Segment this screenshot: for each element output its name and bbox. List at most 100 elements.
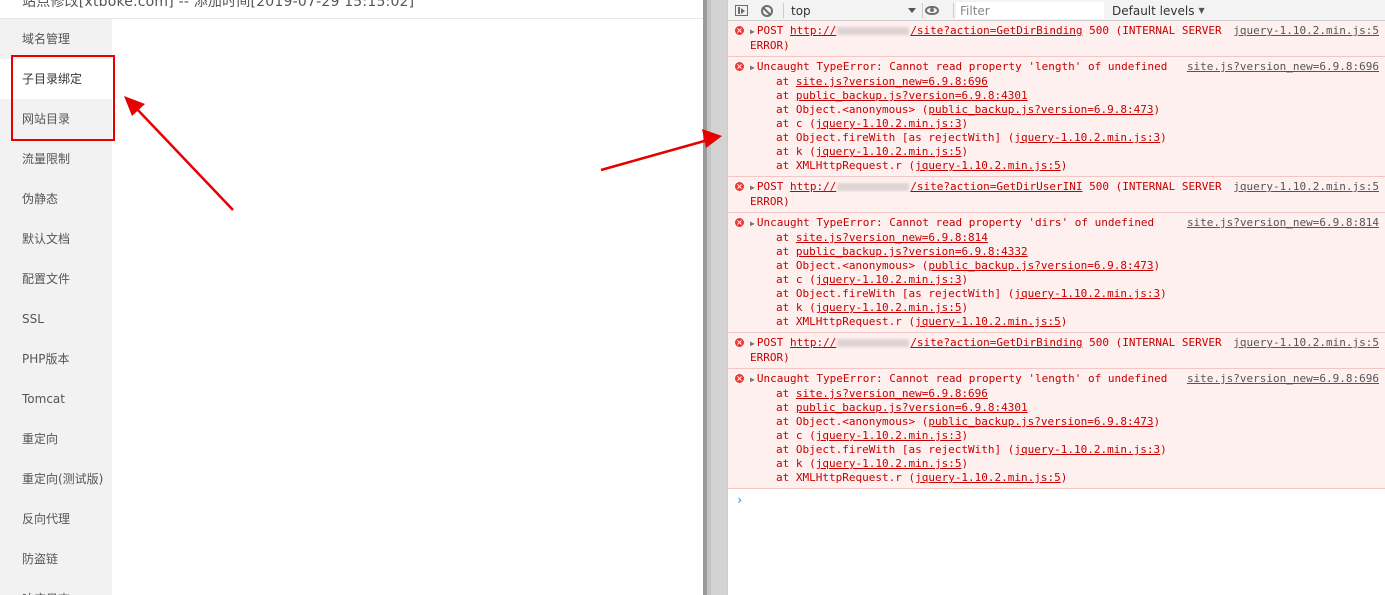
stack-frame: at site.js?version_new=6.9.8:814 (750, 231, 1379, 245)
stack-frame-suffix: ) (961, 273, 969, 286)
error-icon: × (735, 374, 744, 383)
stack-frame-link[interactable]: jquery-1.10.2.min.js:5 (915, 315, 1061, 328)
stack-frame-link[interactable]: public_backup.js?version=6.9.8:473 (928, 259, 1153, 272)
stack-frame-link[interactable]: jquery-1.10.2.min.js:3 (1014, 443, 1160, 456)
settings-menu-item[interactable]: 防盗链 (0, 539, 112, 579)
expand-triangle-icon[interactable]: ▶ (750, 375, 755, 384)
console-messages: × jquery-1.10.2.min.js:5 ▶ POST http:///sit… (728, 21, 1385, 489)
stack-frame-link[interactable]: public_backup.js?version=6.9.8:4301 (796, 89, 1028, 102)
stack-frame-suffix: ) (1153, 415, 1161, 428)
split-gutter[interactable] (703, 0, 727, 595)
stack-frame-link[interactable]: public_backup.js?version=6.9.8:4332 (796, 245, 1028, 258)
stack-frame-link[interactable]: jquery-1.10.2.min.js:3 (816, 429, 962, 442)
console-toolbar: top Default levels ▼ (728, 0, 1385, 21)
stack-frame-prefix: at XMLHttpRequest.r ( (776, 315, 916, 328)
settings-menu-item[interactable]: 响应日志 (0, 579, 112, 595)
gutter-line (707, 0, 711, 595)
stack-frame-link[interactable]: jquery-1.10.2.min.js:5 (816, 301, 962, 314)
stack-frame-link[interactable]: jquery-1.10.2.min.js:3 (1014, 131, 1160, 144)
settings-menu-item[interactable]: 默认文档 (0, 219, 112, 259)
source-link[interactable]: jquery-1.10.2.min.js:5 (1233, 180, 1379, 194)
stack-frame-link[interactable]: public_backup.js?version=6.9.8:473 (928, 415, 1153, 428)
context-selector[interactable]: top (791, 0, 916, 21)
sidebar-toggle-button[interactable] (735, 0, 748, 21)
settings-menu-item[interactable]: 重定向 (0, 419, 112, 459)
stack-frame-link[interactable]: jquery-1.10.2.min.js:5 (816, 145, 962, 158)
request-url-link[interactable]: http:// /site?action=GetDirBinding (790, 336, 1083, 349)
source-link[interactable]: site.js?version_new=6.9.8:814 (1187, 216, 1379, 230)
settings-menu-item[interactable]: 反向代理 (0, 499, 112, 539)
stack-frame: at k (jquery-1.10.2.min.js:5) (750, 145, 1379, 159)
stack-frame-link[interactable]: jquery-1.10.2.min.js:5 (816, 457, 962, 470)
console-prompt[interactable]: › (736, 493, 743, 507)
expand-triangle-icon[interactable]: ▶ (750, 219, 755, 228)
error-icon: × (735, 338, 744, 347)
stack-frame-prefix: at (776, 231, 796, 244)
stack-frame-link[interactable]: public_backup.js?version=6.9.8:4301 (796, 401, 1028, 414)
settings-menu-item[interactable]: 伪静态 (0, 179, 112, 219)
expand-triangle-icon[interactable]: ▶ (750, 339, 755, 348)
network-error-message: × jquery-1.10.2.min.js:5 ▶ POST http:// /sit… (728, 21, 1385, 57)
stack-frame-prefix: at k ( (776, 145, 816, 158)
clear-console-button[interactable] (761, 0, 773, 21)
stack-frame: at Object.fireWith [as rejectWith] (jque… (750, 443, 1379, 457)
stack-frame-prefix: at Object.<anonymous> ( (776, 415, 929, 428)
stack-frame-suffix: ) (1153, 259, 1161, 272)
stack-frame-link[interactable]: site.js?version_new=6.9.8:696 (796, 387, 988, 400)
exception-text: Uncaught TypeError: Cannot read property… (756, 216, 1155, 229)
settings-menu-item[interactable]: 流量限制 (0, 139, 112, 179)
stack-frame: at c (jquery-1.10.2.min.js:3) (750, 429, 1379, 443)
stack-frame-link[interactable]: jquery-1.10.2.min.js:3 (816, 117, 962, 130)
stack-frame-prefix: at Object.<anonymous> ( (776, 259, 929, 272)
stack-frame-suffix: ) (1060, 159, 1068, 172)
stack-frame-suffix: ) (1160, 131, 1167, 144)
stack-frame: at public_backup.js?version=6.9.8:4301 (750, 401, 1379, 415)
stack-frame-prefix: at c ( (776, 117, 816, 130)
stack-frame: at XMLHttpRequest.r (jquery-1.10.2.min.j… (750, 471, 1379, 485)
source-link[interactable]: jquery-1.10.2.min.js:5 (1233, 24, 1379, 38)
stack-frame-prefix: at XMLHttpRequest.r ( (776, 471, 916, 484)
stack-frame-prefix: at Object.fireWith [as rejectWith] ( (776, 131, 1015, 144)
settings-menu-item[interactable]: Tomcat (0, 379, 112, 419)
redacted-host (837, 27, 910, 35)
expand-triangle-icon[interactable]: ▶ (750, 27, 755, 36)
source-link[interactable]: site.js?version_new=6.9.8:696 (1187, 372, 1379, 386)
context-label: top (791, 3, 811, 18)
stack-frame: at c (jquery-1.10.2.min.js:3) (750, 117, 1379, 131)
stack-frame-suffix: ) (1060, 471, 1068, 484)
stack-frame-suffix: ) (1060, 315, 1068, 328)
settings-menu-item[interactable]: 域名管理 (0, 19, 112, 59)
toolbar-separator (953, 3, 954, 18)
settings-menu-item[interactable]: 配置文件 (0, 259, 112, 299)
error-icon: × (735, 182, 744, 191)
stack-frame-suffix: ) (1160, 287, 1167, 300)
request-url-link[interactable]: http:// /site?action=GetDirUserINI (790, 180, 1083, 193)
chevron-down-icon (908, 8, 916, 13)
request-url-prefix: http:// (789, 336, 837, 349)
chevron-down-icon: ▼ (1198, 6, 1205, 15)
filter-input[interactable] (956, 2, 1104, 19)
stack-frame-link[interactable]: site.js?version_new=6.9.8:696 (796, 75, 988, 88)
settings-menu-item[interactable]: PHP版本 (0, 339, 112, 379)
request-url-link[interactable]: http:// /site?action=GetDirBinding (790, 24, 1083, 37)
exception-message: × site.js?version_new=6.9.8:696 ▶ Uncaught … (728, 57, 1385, 177)
source-link[interactable]: site.js?version_new=6.9.8:696 (1187, 60, 1379, 74)
stack-frame-link[interactable]: site.js?version_new=6.9.8:814 (796, 231, 988, 244)
stack-frame: at Object.<anonymous> (public_backup.js?… (750, 259, 1379, 273)
expand-triangle-icon[interactable]: ▶ (750, 63, 755, 72)
expand-triangle-icon[interactable]: ▶ (750, 183, 755, 192)
stack-frame: at public_backup.js?version=6.9.8:4301 (750, 89, 1379, 103)
live-expression-button[interactable] (925, 0, 939, 21)
stack-frame-link[interactable]: jquery-1.10.2.min.js:5 (915, 159, 1061, 172)
stack-frame-link[interactable]: jquery-1.10.2.min.js:5 (915, 471, 1061, 484)
stack-frame-prefix: at (776, 245, 796, 258)
log-levels-dropdown[interactable]: Default levels ▼ (1112, 0, 1205, 21)
stack-frame-prefix: at XMLHttpRequest.r ( (776, 159, 916, 172)
settings-menu-item[interactable]: SSL (0, 299, 112, 339)
stack-frame-link[interactable]: jquery-1.10.2.min.js:3 (1014, 287, 1160, 300)
settings-menu-item[interactable]: 重定向(测试版) (0, 459, 112, 499)
stack-frame-link[interactable]: jquery-1.10.2.min.js:3 (816, 273, 962, 286)
stack-frame-link[interactable]: public_backup.js?version=6.9.8:473 (928, 103, 1153, 116)
stack-frame: at c (jquery-1.10.2.min.js:3) (750, 273, 1379, 287)
source-link[interactable]: jquery-1.10.2.min.js:5 (1233, 336, 1379, 350)
